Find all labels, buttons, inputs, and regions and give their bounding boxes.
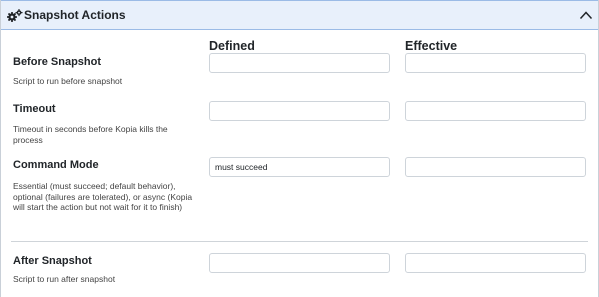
before-snapshot-label: Before Snapshot (13, 56, 102, 68)
after-snapshot-effective-input[interactable] (405, 253, 586, 273)
before-snapshot-effective-input[interactable] (405, 53, 586, 73)
timeout-defined-input[interactable] (209, 101, 390, 121)
column-header-defined: Defined (209, 39, 255, 53)
command-mode-label: Command Mode (13, 159, 99, 171)
after-snapshot-defined-input[interactable] (209, 253, 390, 273)
timeout-effective-input[interactable] (405, 101, 586, 121)
command-mode-help: Essential (must succeed; default behavio… (13, 181, 193, 212)
section-header[interactable]: Snapshot Actions (1, 0, 598, 30)
before-snapshot-defined-input[interactable] (209, 53, 390, 73)
command-mode-defined-input[interactable] (209, 157, 390, 177)
section-divider (11, 241, 588, 242)
after-snapshot-label: After Snapshot (13, 255, 92, 267)
gears-icon (7, 9, 23, 22)
snapshot-actions-panel: Snapshot Actions Defined Effective Befor… (0, 0, 599, 297)
after-snapshot-help: Script to run after snapshot (13, 274, 116, 284)
chevron-up-icon[interactable] (579, 10, 593, 20)
section-title: Snapshot Actions (24, 8, 126, 22)
column-header-effective: Effective (405, 39, 458, 53)
before-snapshot-help: Script to run before snapshot (13, 76, 123, 86)
timeout-help: Timeout in seconds before Kopia kills th… (13, 124, 168, 145)
command-mode-effective-input[interactable] (405, 157, 586, 177)
timeout-label: Timeout (13, 103, 56, 115)
